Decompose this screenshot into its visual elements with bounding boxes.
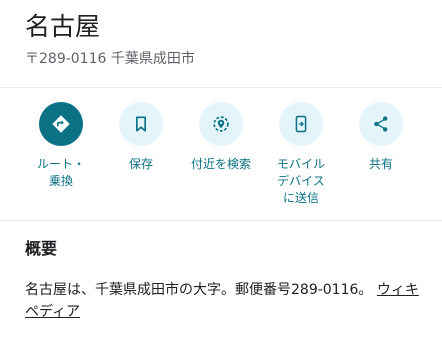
share-icon — [359, 102, 403, 146]
place-title: 名古屋 — [25, 12, 101, 41]
save-label: 保存 — [128, 157, 153, 171]
nearby-search-button[interactable]: 付近を検索 — [184, 102, 258, 173]
overview-description: 名古屋は、千葉県成田市の大字。郵便番号289-0116。 ウィキペディア — [25, 279, 425, 323]
divider — [0, 87, 442, 88]
send-to-phone-icon — [279, 102, 323, 146]
overview-heading: 概要 — [25, 239, 58, 258]
place-header: 名古屋 〒289-0116 千葉県成田市 — [25, 10, 425, 70]
directions-icon — [39, 102, 83, 146]
nearby-search-icon — [199, 102, 243, 146]
bookmark-icon — [119, 102, 163, 146]
send-to-phone-button[interactable]: モバイルデバイスに送信 — [264, 102, 338, 207]
share-button[interactable]: 共有 — [344, 102, 418, 173]
send-to-phone-label: モバイルデバイスに送信 — [276, 157, 325, 205]
place-address: 〒289-0116 千葉県成田市 — [25, 51, 195, 67]
save-button[interactable]: 保存 — [104, 102, 178, 173]
action-bar: ルート・乗換 保存 付近を検索 モバイルデバイスに送信 共有 — [0, 102, 442, 214]
nearby-search-label: 付近を検索 — [190, 157, 251, 171]
directions-label: ルート・乗換 — [36, 157, 85, 188]
share-label: 共有 — [368, 157, 393, 171]
directions-button[interactable]: ルート・乗換 — [24, 102, 98, 190]
divider — [0, 220, 442, 221]
overview-section: 概要 名古屋は、千葉県成田市の大字。郵便番号289-0116。 ウィキペディア — [25, 237, 425, 323]
overview-text: 名古屋は、千葉県成田市の大字。郵便番号289-0116。 — [25, 282, 373, 298]
